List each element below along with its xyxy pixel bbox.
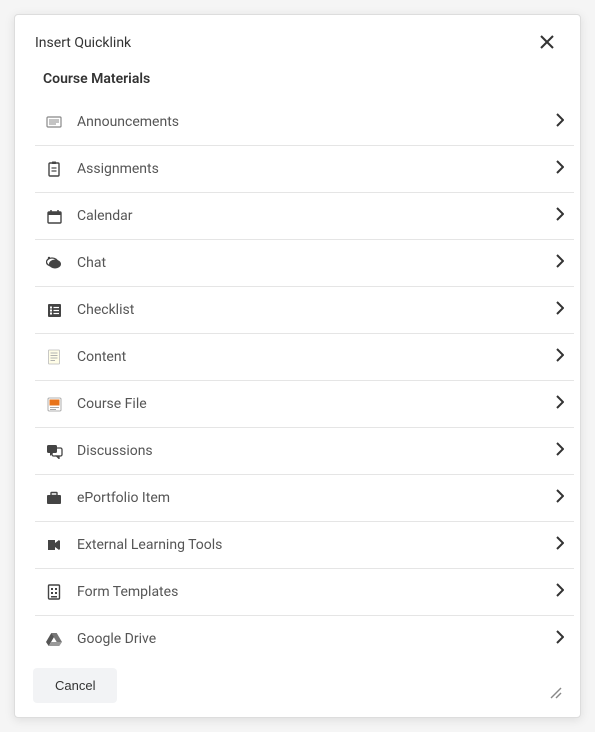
item-content[interactable]: Content [35,334,574,381]
chevron-right-icon [556,395,564,413]
item-calendar[interactable]: Calendar [35,193,574,240]
chevron-right-icon [556,489,564,507]
chevron-right-icon [556,207,564,225]
chevron-right-icon [556,254,564,272]
item-label: External Learning Tools [77,537,556,553]
item-label: Calendar [77,208,556,224]
section-title: Course Materials [35,63,574,99]
assignments-icon [45,160,63,178]
item-checklist[interactable]: Checklist [35,287,574,334]
resize-handle[interactable] [548,684,562,703]
content-icon [45,348,63,366]
checklist-icon [45,301,63,319]
item-label: Announcements [77,114,556,130]
item-label: Discussions [77,443,556,459]
item-assignments[interactable]: Assignments [35,146,574,193]
close-button[interactable] [534,31,560,55]
insert-quicklink-modal: Insert Quicklink Course Materials Announ… [14,14,581,718]
item-label: Google Drive [77,631,556,647]
item-google-drive[interactable]: Google Drive [35,616,574,654]
item-label: Content [77,349,556,365]
cancel-button[interactable]: Cancel [33,668,117,703]
google-drive-icon [45,630,63,648]
discussions-icon [45,442,63,460]
chevron-right-icon [556,160,564,178]
form-templates-icon [45,583,63,601]
item-label: Course File [77,396,556,412]
item-label: ePortfolio Item [77,490,556,506]
course-file-icon [45,395,63,413]
modal-title: Insert Quicklink [35,35,131,51]
announcements-icon [45,113,63,131]
eportfolio-icon [45,489,63,507]
item-external-learning-tools[interactable]: External Learning Tools [35,522,574,569]
calendar-icon [45,207,63,225]
chevron-right-icon [556,113,564,131]
item-form-templates[interactable]: Form Templates [35,569,574,616]
item-label: Chat [77,255,556,271]
item-label: Checklist [77,302,556,318]
chevron-right-icon [556,536,564,554]
chevron-right-icon [556,583,564,601]
close-icon [540,32,554,54]
chevron-right-icon [556,442,564,460]
item-announcements[interactable]: Announcements [35,99,574,146]
item-chat[interactable]: Chat [35,240,574,287]
item-eportfolio-item[interactable]: ePortfolio Item [35,475,574,522]
chevron-right-icon [556,630,564,648]
modal-footer: Cancel [15,654,580,717]
item-course-file[interactable]: Course File [35,381,574,428]
external-tools-icon [45,536,63,554]
item-label: Assignments [77,161,556,177]
chevron-right-icon [556,348,564,366]
modal-header: Insert Quicklink [15,15,580,63]
item-label: Form Templates [77,584,556,600]
scroll-container[interactable]: Course Materials Announcements Assignmen… [15,63,580,654]
item-discussions[interactable]: Discussions [35,428,574,475]
chevron-right-icon [556,301,564,319]
chat-icon [45,254,63,272]
